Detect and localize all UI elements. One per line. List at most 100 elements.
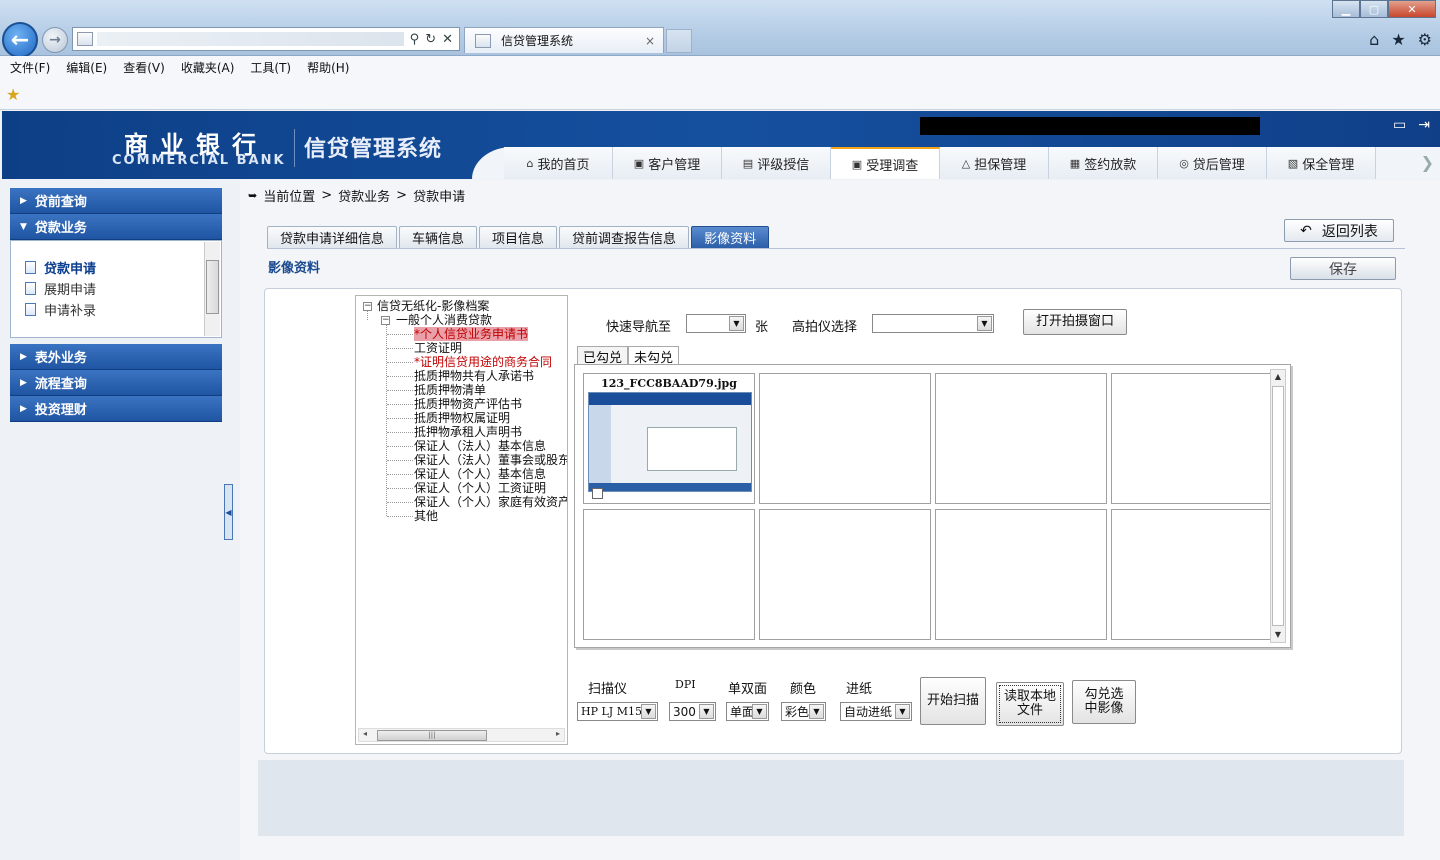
scroll-down-icon[interactable]: ▼ — [1271, 628, 1285, 642]
back-arrow-icon[interactable]: ← — [2, 22, 38, 58]
minimize-icon[interactable]: ▁ — [1332, 0, 1360, 18]
tree-item[interactable]: 保证人（个人）家庭有效资产 — [414, 495, 567, 509]
menu-view[interactable]: 查看(V) — [123, 59, 165, 76]
tab-unchecked[interactable]: 未勾兑 — [628, 346, 680, 366]
scroll-left-icon[interactable]: ◂ — [363, 729, 367, 738]
stop-icon[interactable]: ✕ — [442, 32, 453, 47]
quick-nav-select[interactable]: ▼ — [686, 314, 746, 333]
scrollbar-thumb[interactable] — [206, 260, 219, 314]
tree-item[interactable]: 抵押物承租人声明书 — [414, 425, 522, 439]
image-cell[interactable] — [759, 509, 931, 640]
tree-item[interactable]: 保证人（个人）工资证明 — [414, 481, 546, 495]
tree-item[interactable]: 抵质押物权属证明 — [414, 411, 510, 425]
feed-select[interactable]: 自动进纸 ▼ — [840, 702, 912, 721]
tree-collapse-icon[interactable]: − — [363, 302, 372, 311]
image-cell[interactable] — [759, 373, 931, 504]
breadcrumb-item[interactable]: 贷款业务 — [338, 186, 390, 205]
check-selected-images-button[interactable]: 勾兑选中影像 — [1072, 680, 1136, 724]
sidebar-group-investment[interactable]: ▶ 投资理财 — [10, 396, 222, 422]
color-select[interactable]: 彩色 ▼ — [781, 702, 826, 721]
thumbnail-image[interactable] — [588, 392, 752, 492]
image-cell[interactable] — [935, 373, 1107, 504]
tree-node-category[interactable]: 一般个人消费贷款 — [396, 313, 492, 327]
tree-item[interactable]: 保证人（个人）基本信息 — [414, 467, 546, 481]
menu-tools[interactable]: 工具(T) — [250, 59, 291, 76]
save-button[interactable]: 保存 — [1290, 257, 1396, 280]
tab-close-icon[interactable]: × — [645, 34, 655, 48]
tree-item[interactable]: *证明信贷用途的商务合同 — [414, 355, 552, 369]
tab-loan-detail[interactable]: 贷款申请详细信息 — [267, 226, 398, 249]
maximize-icon[interactable]: ▢ — [1360, 0, 1388, 18]
menu-favorites[interactable]: 收藏夹(A) — [181, 59, 235, 76]
forward-arrow-icon[interactable]: → — [42, 27, 68, 53]
nav-survey[interactable]: ▣ 受理调查 — [831, 147, 940, 179]
window-close-icon[interactable]: ✕ — [1388, 0, 1436, 18]
add-favorite-icon[interactable]: ★ — [6, 85, 20, 104]
tree-item[interactable]: 保证人（法人）董事会或股东 — [414, 453, 567, 467]
open-camera-button[interactable]: 打开拍摄窗口 — [1023, 309, 1127, 335]
back-to-list-button[interactable]: ↶ 返回列表 — [1284, 219, 1394, 242]
image-cell[interactable] — [935, 509, 1107, 640]
address-bar[interactable]: ⚲ ↻ ✕ — [72, 27, 460, 51]
read-local-file-button[interactable]: 读取本地文件 — [996, 682, 1064, 726]
tree-horizontal-scrollbar[interactable]: ◂ ||| ▸ — [358, 728, 565, 742]
browser-tab[interactable]: 信贷管理系统 × — [464, 27, 664, 53]
image-grid-scrollbar[interactable]: ▲ ▼ — [1270, 369, 1286, 643]
tab-image-data[interactable]: 影像资料 — [691, 226, 770, 249]
tree-item[interactable]: 工资证明 — [414, 341, 462, 355]
dpi-select[interactable]: 300 ▼ — [669, 702, 716, 721]
monitor-icon[interactable]: ▭ — [1393, 117, 1406, 133]
refresh-icon[interactable]: ↻ — [425, 32, 436, 47]
thumbnail-checkbox[interactable] — [592, 488, 603, 499]
new-tab-button[interactable] — [666, 29, 692, 53]
duplex-select[interactable]: 单面 ▼ — [726, 702, 769, 721]
tree-item[interactable]: 保证人（法人）基本信息 — [414, 439, 546, 453]
sidebar-item-loan-apply[interactable]: 贷款申请 — [11, 257, 221, 278]
scrollbar-thumb[interactable]: ||| — [377, 730, 487, 741]
scroll-right-icon[interactable]: ▸ — [556, 729, 560, 738]
nav-scroll-right-icon[interactable]: ❯ — [1421, 153, 1434, 172]
image-cell[interactable] — [1111, 373, 1283, 504]
tab-checked[interactable]: 已勾兑 — [577, 346, 629, 366]
sidebar-group-preloan-query[interactable]: ▶ 贷前查询 — [10, 188, 222, 214]
start-scan-button[interactable]: 开始扫描 — [920, 677, 986, 725]
sidebar-group-offbalance[interactable]: ▶ 表外业务 — [10, 344, 222, 370]
tree-item[interactable]: 抵质押物资产评估书 — [414, 397, 522, 411]
search-icon[interactable]: ⚲ — [410, 32, 420, 47]
image-cell[interactable] — [1111, 509, 1283, 640]
tree-item[interactable]: 抵质押物清单 — [414, 383, 486, 397]
nav-rating[interactable]: ▤ 评级授信 — [722, 147, 831, 179]
sidebar-scrollbar[interactable] — [204, 242, 220, 336]
favorites-star-icon[interactable]: ★ — [1391, 30, 1405, 49]
scanner-select[interactable]: HP LJ M153 ▼ — [577, 702, 658, 721]
sidebar-item-extension-apply[interactable]: 展期申请 — [11, 278, 221, 299]
tab-survey-report[interactable]: 贷前调查报告信息 — [559, 226, 690, 249]
tree-item[interactable]: 其他 — [414, 509, 438, 523]
menu-file[interactable]: 文件(F) — [10, 59, 50, 76]
tree-item[interactable]: 抵质押物共有人承诺书 — [414, 369, 534, 383]
menu-edit[interactable]: 编辑(E) — [66, 59, 107, 76]
tree-node-root[interactable]: 信贷无纸化-影像档案 — [377, 299, 489, 313]
scroll-up-icon[interactable]: ▲ — [1271, 370, 1285, 384]
image-cell[interactable]: 123_FCC8BAAD79.jpg — [583, 373, 755, 504]
tab-project[interactable]: 项目信息 — [479, 226, 558, 249]
logout-icon[interactable]: ⇥ — [1418, 117, 1430, 133]
sidebar-group-process-query[interactable]: ▶ 流程查询 — [10, 370, 222, 396]
sidebar-group-loan-business[interactable]: ▼ 贷款业务 — [10, 214, 222, 240]
tab-vehicle[interactable]: 车辆信息 — [399, 226, 478, 249]
image-cell[interactable] — [583, 509, 755, 640]
nav-postloan[interactable]: ◎ 贷后管理 — [1158, 147, 1267, 179]
tree-item[interactable]: *个人信贷业务申请书 — [414, 327, 529, 341]
tree-collapse-icon[interactable]: − — [381, 316, 390, 325]
nav-guarantee[interactable]: △ 担保管理 — [940, 147, 1049, 179]
camera-device-select[interactable]: ▼ — [872, 314, 994, 333]
breadcrumb-item[interactable]: 贷款申请 — [413, 186, 465, 205]
home-icon[interactable]: ⌂ — [1369, 30, 1379, 49]
menu-help[interactable]: 帮助(H) — [307, 59, 349, 76]
nav-customer[interactable]: ▣ 客户管理 — [613, 147, 722, 179]
sidebar-collapse-handle[interactable]: ◀ — [224, 484, 233, 540]
address-url-blurred[interactable] — [97, 32, 404, 46]
settings-gear-icon[interactable]: ⚙ — [1418, 30, 1432, 49]
sidebar-item-apply-supplement[interactable]: 申请补录 — [11, 299, 221, 320]
nav-contract[interactable]: ▦ 签约放款 — [1049, 147, 1158, 179]
